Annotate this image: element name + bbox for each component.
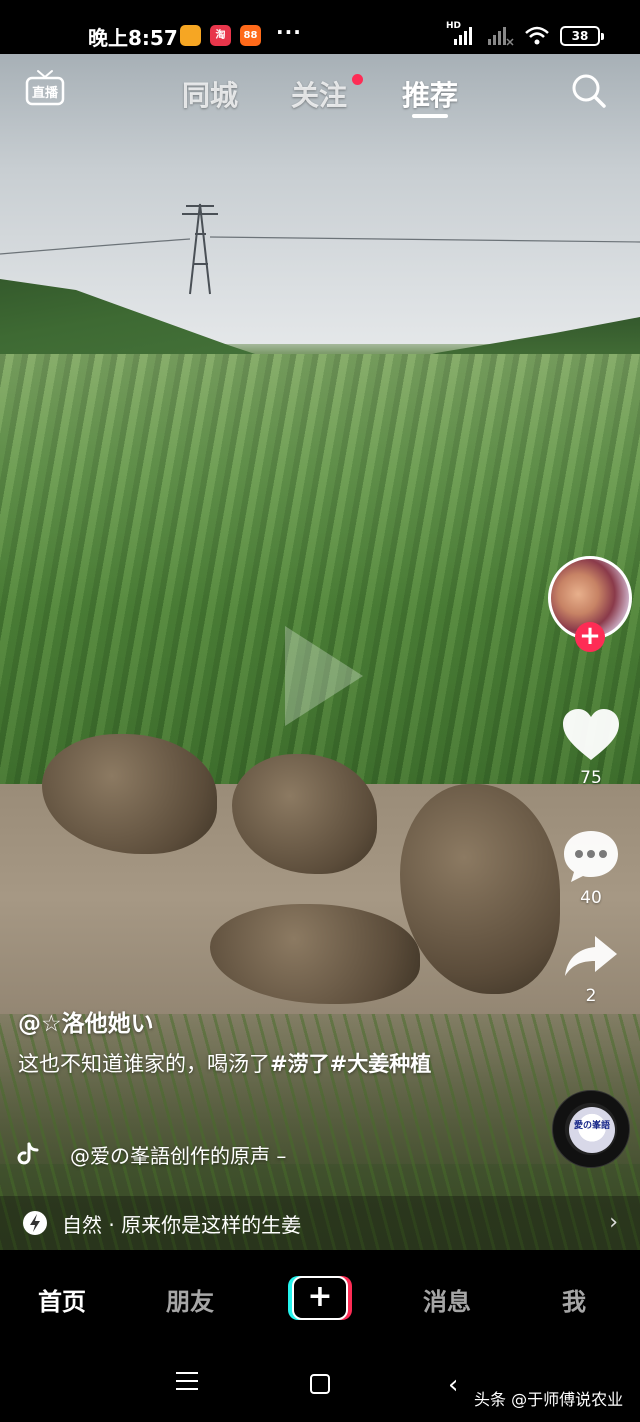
lightning-icon <box>23 1211 47 1235</box>
signal-icon: HD <box>446 21 476 47</box>
heart-icon <box>563 709 619 760</box>
hashtag[interactable]: #大姜种植 <box>330 1052 432 1076</box>
caption-text: 这也不知道谁家的，喝汤了 <box>18 1052 270 1076</box>
back-icon[interactable]: ‹ <box>448 1370 458 1400</box>
music-disc-cover: 愛の峯語 <box>569 1107 615 1153</box>
video-caption: 这也不知道谁家的，喝汤了#涝了#大姜种植 <box>18 1046 488 1082</box>
signal-2-icon <box>488 27 514 46</box>
search-icon[interactable] <box>570 72 608 110</box>
tab-recommended[interactable]: 推荐 <box>402 74 458 114</box>
tab-home[interactable]: 首页 <box>38 1282 86 1317</box>
topic-text: 自然 · 原来你是这样的生姜 <box>62 1212 302 1237</box>
tab-messages[interactable]: 消息 <box>423 1282 471 1317</box>
live-label: 直播 <box>32 85 59 101</box>
battery-icon: 38 <box>560 26 604 46</box>
like-button[interactable]: 75 <box>556 708 626 788</box>
tab-nearby[interactable]: 同城 <box>182 74 238 114</box>
follow-plus-button[interactable]: + <box>575 622 605 652</box>
status-time: 晚上8:57 <box>88 26 178 50</box>
comment-count: 40 <box>580 888 602 908</box>
like-count: 75 <box>580 768 602 788</box>
music-info[interactable]: @爱の峯語创作的原声 – <box>16 1138 286 1170</box>
live-tv-icon[interactable]: 直播 <box>24 68 66 108</box>
disc-cover-text: 愛の峯語 <box>573 1121 610 1131</box>
more-notifications-icon: ··· <box>276 20 302 44</box>
watermark: 头条 @于师傅说农业 <box>474 1390 624 1409</box>
comment-button[interactable]: 40 <box>556 828 626 908</box>
pictures-app-icon <box>180 25 201 46</box>
chevron-right-icon: › <box>609 1210 618 1235</box>
create-button[interactable]: + <box>288 1276 352 1320</box>
bottom-tab-bar: 首页 朋友 + 消息 我 <box>0 1250 640 1346</box>
system-nav-bar: ‹ 头条 @于师傅说农业 <box>0 1346 640 1422</box>
meituan-app-icon: 88 <box>240 25 261 46</box>
recent-apps-icon[interactable] <box>176 1372 198 1396</box>
tiktok-music-icon <box>17 1142 39 1165</box>
tab-following[interactable]: 关注 <box>291 74 347 114</box>
play-icon <box>285 626 363 726</box>
share-count: 2 <box>585 986 597 1006</box>
plus-icon: + <box>292 1276 348 1320</box>
hashtag[interactable]: #涝了 <box>270 1052 330 1076</box>
music-disc[interactable]: 愛の峯語 <box>552 1090 630 1168</box>
taobao-app-icon: 淘 <box>210 25 231 46</box>
home-icon[interactable] <box>310 1374 330 1394</box>
status-indicators: HD 38 <box>446 21 604 50</box>
author-name[interactable]: @☆洛他她い <box>18 1004 154 1038</box>
wifi-icon <box>525 26 549 45</box>
comment-icon <box>564 831 618 882</box>
top-nav: 直播 同城 关注 推荐 <box>0 54 640 134</box>
active-tab-indicator <box>412 114 448 118</box>
tab-friends[interactable]: 朋友 <box>166 1282 214 1317</box>
following-notification-dot <box>352 74 363 85</box>
topic-bar[interactable]: 自然 · 原来你是这样的生姜 › <box>0 1196 640 1250</box>
tab-me[interactable]: 我 <box>562 1282 586 1317</box>
share-button[interactable]: 2 <box>556 932 626 1006</box>
music-title: @爱の峯語创作的原声 – <box>70 1143 287 1168</box>
share-icon <box>565 936 617 976</box>
